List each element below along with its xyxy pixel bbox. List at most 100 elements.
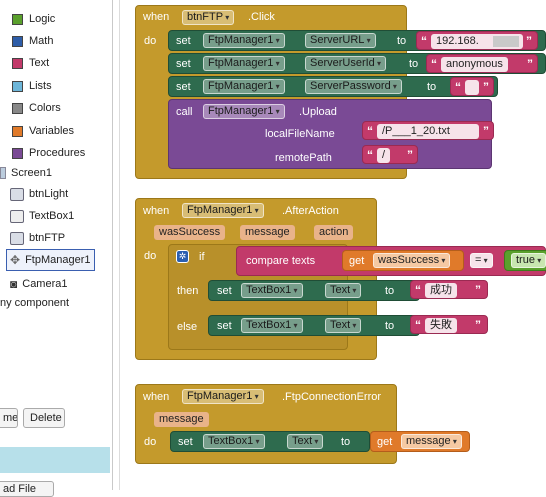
string-value[interactable]: anonymous (441, 57, 508, 72)
property-dropdown[interactable]: ServerURL (305, 33, 376, 48)
logic-true-block[interactable]: true (504, 250, 546, 271)
variable-dropdown[interactable]: wasSuccess (373, 253, 451, 268)
component-dropdown[interactable]: FtpManager1 (203, 56, 285, 71)
text-string-block[interactable]: “ anonymous ” (426, 54, 538, 73)
component-label: Camera1 (22, 278, 68, 290)
tree-ftpmanager1[interactable]: ✥ FtpManager1 (6, 249, 95, 271)
get-label: get (377, 436, 393, 448)
event-component-dropdown[interactable]: FtpManager1 (182, 389, 264, 404)
tree-textbox1[interactable]: TextBox1 (10, 207, 74, 225)
screen-label: Screen1 (11, 167, 52, 179)
to-label: to (427, 81, 437, 93)
event-name: .FtpConnectionError (282, 391, 382, 403)
event-param[interactable]: action (314, 225, 354, 240)
component-dropdown[interactable]: TextBox1 (241, 283, 303, 298)
close-quote-icon: ” (475, 318, 481, 332)
component-label: btnFTP (29, 232, 66, 244)
close-quote-icon: ” (483, 124, 489, 138)
to-label: to (409, 58, 419, 70)
category-label: Math (29, 35, 54, 47)
boolean-dropdown[interactable]: true (511, 253, 546, 268)
category-label: Text (29, 57, 50, 69)
component-dropdown[interactable]: TextBox1 (241, 318, 303, 333)
set-serverpassword-block[interactable]: set FtpManager1 ServerPassword to (168, 76, 498, 97)
tree-btnftp[interactable]: btnFTP (10, 229, 65, 247)
event-ftp-connection-error[interactable]: when FtpManager1 .FtpConnectionError mes… (135, 384, 397, 464)
string-value[interactable]: 失敗 (425, 318, 457, 333)
category-variables[interactable]: Variables (12, 123, 74, 139)
close-quote-icon: ” (475, 283, 481, 297)
to-label: to (385, 320, 395, 332)
event-param[interactable]: message (240, 225, 295, 240)
text-string-block[interactable]: “ /P___1_20.txt ” (362, 121, 494, 140)
mutator-gear-icon[interactable]: ✲ (176, 250, 189, 263)
get-variable-block[interactable]: get wasSuccess (342, 250, 464, 271)
property-dropdown[interactable]: Text (325, 318, 362, 333)
string-value[interactable]: / (377, 148, 391, 163)
tree-camera1[interactable]: ◙ Camera1 (10, 275, 68, 293)
set-textbox-else-block[interactable]: set TextBox1 Text to (208, 315, 420, 336)
operator-dropdown[interactable]: = (470, 253, 493, 268)
event-component-dropdown[interactable]: btnFTP (182, 10, 235, 25)
method-name: .Upload (299, 106, 337, 118)
call-label: call (176, 106, 193, 118)
colors-swatch-icon (12, 102, 23, 114)
upload-file-button[interactable]: ad File (0, 481, 54, 497)
property-dropdown[interactable]: Text (325, 283, 362, 298)
any-component-item[interactable]: ny component (0, 294, 69, 312)
component-dropdown[interactable]: FtpManager1 (203, 33, 285, 48)
procedures-swatch-icon (12, 147, 23, 159)
if-label: if (199, 251, 205, 263)
to-label: to (397, 35, 407, 47)
string-value[interactable]: 成功 (425, 283, 457, 298)
property-dropdown[interactable]: ServerPassword (305, 79, 402, 94)
blocks-sidebar: Logic Math Text Lists Colors Variables P… (0, 0, 112, 497)
category-math[interactable]: Math (12, 33, 53, 49)
tree-btnlight[interactable]: btnLight (10, 185, 68, 203)
text-string-block[interactable]: “ ” (450, 77, 494, 96)
set-textbox-error-block[interactable]: set TextBox1 Text to (170, 431, 370, 452)
string-value[interactable]: /P___1_20.txt (377, 124, 479, 139)
tree-screen1[interactable]: Screen1 (0, 164, 52, 182)
blocks-workspace[interactable]: when btnFTP .Click do set FtpManager1 Se… (120, 0, 546, 490)
open-quote-icon: “ (431, 57, 437, 71)
set-label: set (178, 436, 193, 448)
set-textbox-then-block[interactable]: set TextBox1 Text to (208, 280, 420, 301)
category-colors[interactable]: Colors (12, 100, 61, 116)
text-string-block[interactable]: “ 成功 ” (410, 280, 488, 299)
event-name: .Click (248, 11, 275, 23)
category-lists[interactable]: Lists (12, 78, 52, 94)
property-dropdown[interactable]: Text (287, 434, 324, 449)
delete-button[interactable]: Delete (23, 408, 65, 428)
category-label: Procedures (29, 147, 86, 159)
text-string-block[interactable]: “ / ” (362, 145, 418, 164)
text-string-block[interactable]: “ 192.168. ” (416, 31, 538, 50)
event-param[interactable]: wasSuccess (154, 225, 226, 240)
category-text[interactable]: Text (12, 55, 49, 71)
category-label: Logic (29, 13, 56, 25)
compare-label: compare texts (246, 255, 316, 267)
event-component-dropdown[interactable]: FtpManager1 (182, 203, 264, 218)
component-dropdown[interactable]: FtpManager1 (203, 104, 285, 119)
category-logic[interactable]: Logic (12, 11, 55, 27)
open-quote-icon: “ (367, 148, 373, 162)
set-label: set (176, 58, 191, 70)
property-dropdown[interactable]: ServerUserId (305, 56, 387, 71)
then-label: then (177, 285, 199, 297)
component-label: TextBox1 (29, 210, 75, 222)
component-dropdown[interactable]: TextBox1 (203, 434, 265, 449)
close-quote-icon: ” (527, 57, 533, 71)
close-quote-icon: ” (407, 148, 413, 162)
panel-divider (112, 0, 113, 490)
string-value[interactable] (465, 80, 479, 95)
text-string-block[interactable]: “ 失敗 ” (410, 315, 488, 334)
do-label: do (144, 35, 157, 47)
component-dropdown[interactable]: FtpManager1 (203, 79, 285, 94)
event-param[interactable]: message (154, 412, 209, 427)
variable-dropdown[interactable]: message (401, 434, 462, 449)
get-variable-block[interactable]: get message (370, 431, 470, 452)
any-component-label: ny component (0, 297, 70, 309)
category-procedures[interactable]: Procedures (12, 145, 85, 161)
rename-button[interactable]: me (0, 408, 18, 428)
do-label: do (144, 436, 157, 448)
